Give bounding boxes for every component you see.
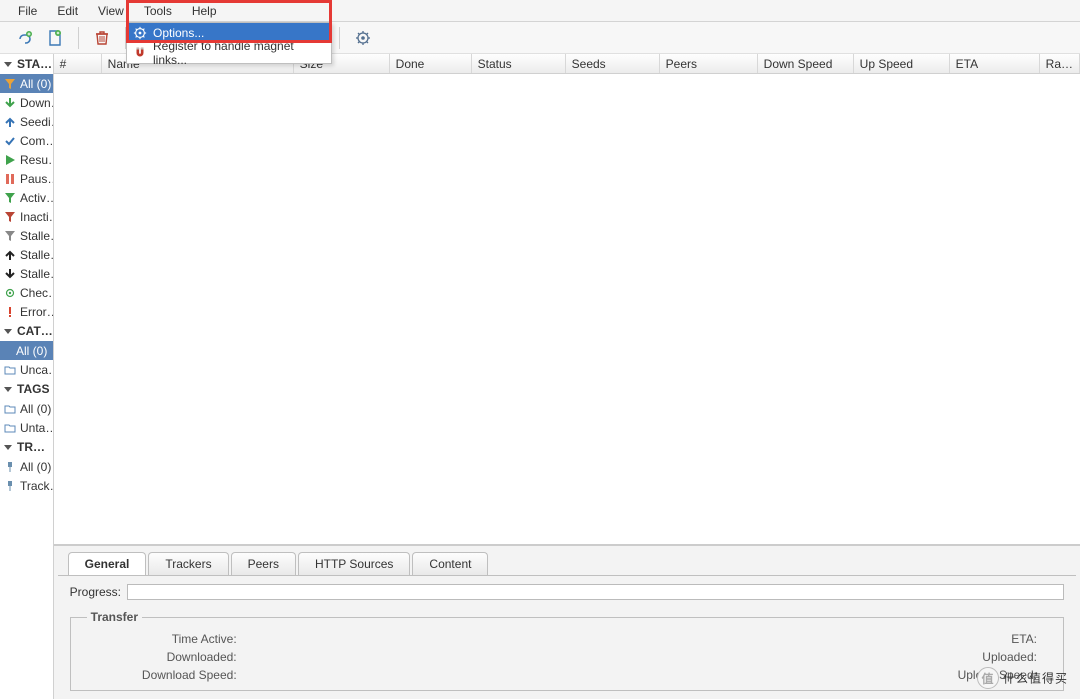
arrow-down-icon [4, 97, 16, 109]
tools-dropdown: Options... Register to handle magnet lin… [126, 22, 332, 64]
sidebar-status-paused[interactable]: Paus… [0, 169, 53, 188]
label-dl-speed: Download Speed: [87, 668, 247, 682]
folder-icon [4, 422, 16, 434]
progress-bar [127, 584, 1064, 600]
sidebar-tags-header[interactable]: TAGS [0, 379, 53, 399]
menubar: File Edit View Tools Help [0, 0, 1080, 22]
magnet-icon [133, 46, 147, 60]
tracker-icon [4, 480, 16, 492]
arrow-up-icon [4, 116, 16, 128]
menu-view[interactable]: View [88, 1, 134, 21]
label-downloaded: Downloaded: [87, 650, 247, 664]
arrow-up-icon [4, 249, 16, 261]
transfer-fieldset: Transfer Time Active: ETA: Downloaded: U… [70, 610, 1064, 691]
tab-http-sources[interactable]: HTTP Sources [298, 552, 410, 575]
add-torrent-link-button[interactable] [13, 26, 37, 50]
sidebar-status-stalled-down[interactable]: Stalle… [0, 264, 53, 283]
menu-tools[interactable]: Tools [134, 1, 182, 21]
arrow-down-icon [4, 268, 16, 280]
sidebar-status-checking[interactable]: Chec… [0, 283, 53, 302]
col-ratio[interactable]: Ra… [1040, 54, 1080, 73]
add-torrent-file-button[interactable] [43, 26, 67, 50]
sidebar-tracker-all[interactable]: All (0) [0, 457, 53, 476]
col-index[interactable]: # [54, 54, 102, 73]
funnel-icon [4, 78, 16, 90]
preferences-button[interactable] [351, 26, 375, 50]
sidebar-trackers-header[interactable]: TR… [0, 437, 53, 457]
gear-icon [4, 287, 16, 299]
sidebar-status-resumed[interactable]: Resu… [0, 150, 53, 169]
sidebar-categories-header[interactable]: CAT… [0, 321, 53, 341]
col-upspeed[interactable]: Up Speed [854, 54, 950, 73]
tab-general[interactable]: General [68, 552, 147, 575]
sidebar: STA… All (0) Down… Seedi… Com… Resu… Pau… [0, 54, 54, 699]
menu-options-label: Options... [153, 26, 204, 40]
sidebar-tracker-trackerless[interactable]: Track… [0, 476, 53, 495]
toolbar-separator [339, 27, 340, 49]
funnel-icon [4, 230, 16, 242]
sidebar-status-downloading[interactable]: Down… [0, 93, 53, 112]
tab-trackers[interactable]: Trackers [148, 552, 228, 575]
tab-content[interactable]: Content [412, 552, 488, 575]
torrent-table-body[interactable] [54, 74, 1080, 545]
delete-button[interactable] [90, 26, 114, 50]
gear-icon [133, 26, 147, 40]
progress-label: Progress: [70, 585, 121, 599]
detail-tabstrip: General Trackers Peers HTTP Sources Cont… [58, 552, 1076, 575]
sidebar-cat-all[interactable]: All (0) [0, 341, 53, 360]
sidebar-status-seeding[interactable]: Seedi… [0, 112, 53, 131]
menu-file[interactable]: File [8, 1, 47, 21]
sidebar-status-completed[interactable]: Com… [0, 131, 53, 150]
sidebar-cat-uncategorized[interactable]: Unca… [0, 360, 53, 379]
col-downspeed[interactable]: Down Speed [758, 54, 854, 73]
menu-register-magnet-label: Register to handle magnet links... [153, 39, 331, 67]
col-eta[interactable]: ETA [950, 54, 1040, 73]
main-area: STA… All (0) Down… Seedi… Com… Resu… Pau… [0, 54, 1080, 699]
label-uploaded: Uploaded: [887, 650, 1047, 664]
col-peers[interactable]: Peers [660, 54, 758, 73]
col-status[interactable]: Status [472, 54, 566, 73]
label-eta: ETA: [887, 632, 1047, 646]
sidebar-tag-all[interactable]: All (0) [0, 399, 53, 418]
details-panel: General Trackers Peers HTTP Sources Cont… [54, 545, 1080, 699]
content-area: # Name Size Done Status Seeds Peers Down… [54, 54, 1080, 699]
error-icon [4, 306, 16, 318]
funnel-icon [4, 192, 16, 204]
folder-icon [4, 403, 16, 415]
menu-register-magnet[interactable]: Register to handle magnet links... [127, 43, 331, 63]
sidebar-status-all[interactable]: All (0) [0, 74, 53, 93]
sidebar-status-stalled-up[interactable]: Stalle… [0, 245, 53, 264]
toolbar-separator [78, 27, 79, 49]
sidebar-status-active[interactable]: Activ… [0, 188, 53, 207]
tracker-icon [4, 461, 16, 473]
sidebar-status-header[interactable]: STA… [0, 54, 53, 74]
menu-help[interactable]: Help [182, 1, 227, 21]
col-seeds[interactable]: Seeds [566, 54, 660, 73]
pause-icon [4, 173, 16, 185]
play-icon [4, 154, 16, 166]
sidebar-tag-untagged[interactable]: Unta… [0, 418, 53, 437]
watermark: 值什么值得买 [977, 667, 1068, 689]
general-panel: Progress: Transfer Time Active: ETA: Dow… [58, 575, 1076, 699]
funnel-icon [4, 211, 16, 223]
sidebar-status-errored[interactable]: Error… [0, 302, 53, 321]
check-icon [4, 135, 16, 147]
folder-icon [4, 364, 16, 376]
tab-peers[interactable]: Peers [231, 552, 296, 575]
sidebar-status-inactive[interactable]: Inacti… [0, 207, 53, 226]
menu-edit[interactable]: Edit [47, 1, 88, 21]
sidebar-status-stalled[interactable]: Stalle… [0, 226, 53, 245]
col-done[interactable]: Done [390, 54, 472, 73]
transfer-legend: Transfer [87, 610, 142, 624]
label-time-active: Time Active: [87, 632, 247, 646]
